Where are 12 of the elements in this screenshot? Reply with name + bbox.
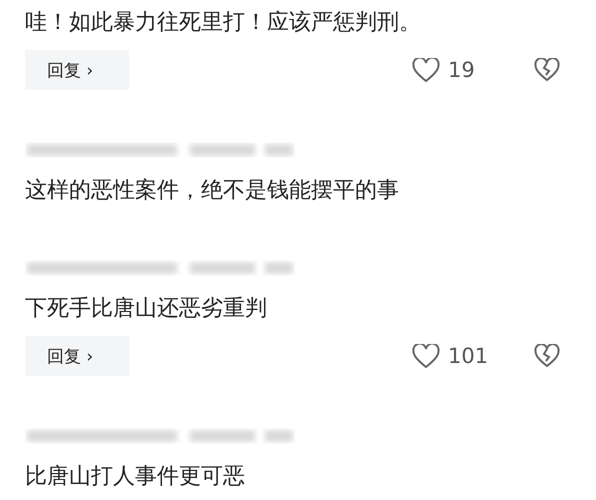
comment-text: 这样的恶性案件，绝不是钱能摆平的事 [25,177,400,205]
comment-text: 比唐山打人事件更可恶 [25,463,246,491]
reply-button[interactable]: 回复 › [25,336,129,376]
comment-text: 哇！如此暴力往死里打！应该严惩判刑。 [25,9,422,37]
comment-text: 下死手比唐山还恶劣重判 [25,295,268,323]
reply-button[interactable]: 回复 › [25,50,129,90]
like-count: 19 [448,58,475,82]
heart-icon[interactable] [412,344,440,368]
broken-heart-icon[interactable] [534,344,560,368]
heart-icon[interactable] [412,58,440,82]
broken-heart-icon[interactable] [534,58,560,82]
like-count: 101 [448,344,488,368]
